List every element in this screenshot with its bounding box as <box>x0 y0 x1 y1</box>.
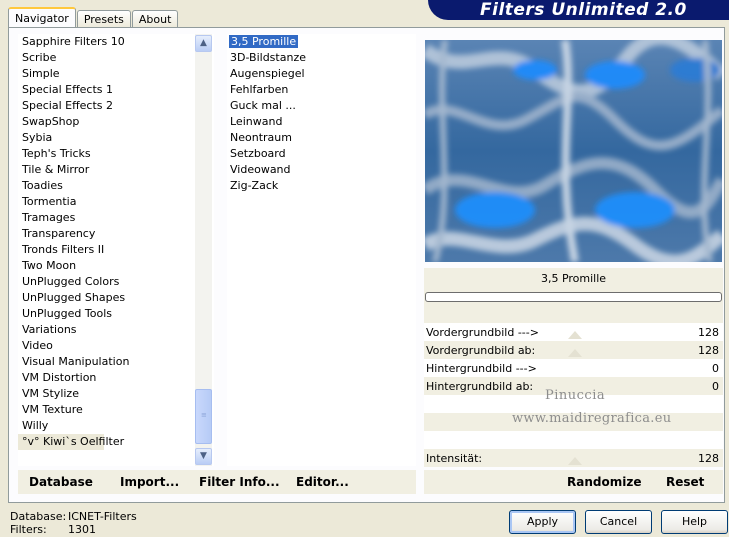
filter-item[interactable]: 3,5 Promille <box>227 34 416 50</box>
database-value: ICNET-Filters <box>68 510 137 523</box>
param-slider-3[interactable]: Hintergrundbild ---> 0 <box>424 359 723 377</box>
filter-item-label: Guck mal ... <box>230 99 296 112</box>
param-value: 128 <box>698 452 719 465</box>
category-item[interactable]: Special Effects 2 <box>18 98 214 114</box>
database-info: Database: ICNET-Filters Filters: 1301 <box>10 510 137 536</box>
filter-item[interactable]: 3D-Bildstanze <box>227 50 416 66</box>
category-item[interactable]: UnPlugged Shapes <box>18 290 214 306</box>
filter-item[interactable]: Fehlfarben <box>227 82 416 98</box>
filter-item-label: Leinwand <box>230 115 283 128</box>
preview-render <box>425 40 722 262</box>
selected-filter-name: 3,5 Promille <box>540 272 607 285</box>
category-item[interactable]: Tronds Filters II <box>18 242 214 258</box>
tab-presets[interactable]: Presets <box>76 10 131 28</box>
left-action-bar: Database Import... Filter Info... Editor… <box>18 470 416 494</box>
filters-count-value: 1301 <box>68 523 96 536</box>
param-slider-2[interactable]: Vordergrundbild ab: 128 <box>424 341 723 359</box>
category-list[interactable]: Sapphire Filters 10 Scribe Simple Special E… <box>18 34 214 466</box>
filters-count-label: Filters: <box>10 523 47 536</box>
category-item[interactable]: Sapphire Filters 10 <box>18 34 214 50</box>
category-item[interactable]: UnPlugged Tools <box>18 306 214 322</box>
filter-list[interactable]: 3,5 Promille 3D-Bildstanze Augenspiegel Feh… <box>227 34 416 466</box>
param-label: Hintergrundbild ---> <box>426 362 537 375</box>
param-label: Vordergrundbild ---> <box>426 326 539 339</box>
category-scrollbar[interactable]: ▲ ≡ ▼ <box>195 34 212 466</box>
help-button[interactable]: Help <box>661 510 728 534</box>
progress-bar <box>425 292 722 302</box>
filter-item-label: Setzboard <box>230 147 286 160</box>
preview-image <box>425 40 722 262</box>
filter-item[interactable]: Guck mal ... <box>227 98 416 114</box>
scroll-down-button[interactable]: ▼ <box>195 448 212 465</box>
slider-knob[interactable] <box>567 457 582 465</box>
category-item[interactable]: Visual Manipulation <box>18 354 214 370</box>
filter-item-label: Videowand <box>230 163 291 176</box>
category-item[interactable]: Toadies <box>18 178 214 194</box>
category-item[interactable]: Special Effects 1 <box>18 82 214 98</box>
editor-button[interactable]: Editor... <box>296 475 349 489</box>
category-item[interactable]: VM Texture <box>18 402 214 418</box>
param-slider-1[interactable]: Vordergrundbild ---> 128 <box>424 323 723 341</box>
app-title-banner: Filters Unlimited 2.0 <box>428 0 729 20</box>
category-item[interactable]: Teph's Tricks <box>18 146 214 162</box>
param-label: Vordergrundbild ab: <box>426 344 536 357</box>
category-item[interactable]: SwapShop <box>18 114 214 130</box>
param-label: Hintergrundbild ab: <box>426 380 534 393</box>
filter-item-label: 3,5 Promille <box>229 35 299 48</box>
filter-item[interactable]: Videowand <box>227 162 416 178</box>
filter-item[interactable]: Neontraum <box>227 130 416 146</box>
scroll-up-button[interactable]: ▲ <box>195 35 212 52</box>
randomize-button[interactable]: Randomize <box>567 475 641 489</box>
tab-navigator[interactable]: Navigator <box>8 7 76 28</box>
database-label: Database: <box>10 510 67 523</box>
scroll-thumb[interactable]: ≡ <box>195 389 212 444</box>
import-button[interactable]: Import... <box>120 475 179 489</box>
database-button[interactable]: Database <box>29 475 93 489</box>
filter-item[interactable]: Setzboard <box>227 146 416 162</box>
category-item[interactable]: Two Moon <box>18 258 214 274</box>
param-value: 0 <box>712 362 719 375</box>
category-item[interactable]: Tramages <box>18 210 214 226</box>
slider-knob[interactable] <box>567 331 582 339</box>
category-item[interactable]: VM Stylize <box>18 386 214 402</box>
grip-icon: ≡ <box>201 411 207 419</box>
tab-strip: Navigator Presets About <box>8 7 179 28</box>
filter-item-label: Augenspiegel <box>230 67 305 80</box>
param-empty-row <box>424 431 723 449</box>
filter-info-button[interactable]: Filter Info... <box>199 475 280 489</box>
param-value: 128 <box>698 344 719 357</box>
tab-about[interactable]: About <box>131 10 179 28</box>
category-item[interactable]: Willy <box>18 418 214 434</box>
param-label: Intensität: <box>426 452 483 465</box>
category-item[interactable]: Variations <box>18 322 214 338</box>
apply-button[interactable]: Apply <box>509 510 576 534</box>
param-value: 0 <box>712 380 719 393</box>
category-item[interactable]: Transparency <box>18 226 214 242</box>
category-item[interactable]: Tile & Mirror <box>18 162 214 178</box>
filter-item[interactable]: Zig-Zack <box>227 178 416 194</box>
filter-item[interactable]: Augenspiegel <box>227 66 416 82</box>
right-action-bar: Randomize Reset <box>424 470 723 494</box>
category-item[interactable]: UnPlugged Colors <box>18 274 214 290</box>
reset-button[interactable]: Reset <box>666 475 704 489</box>
category-item[interactable]: Simple <box>18 66 214 82</box>
watermark-url: www.maidiregrafica.eu <box>512 411 672 426</box>
filter-item-label: Neontraum <box>230 131 292 144</box>
filter-item-label: Zig-Zack <box>230 179 279 192</box>
category-item[interactable]: Tormentia <box>18 194 214 210</box>
parameter-area: 3,5 Promille Vordergrundbild ---> 128 Vo… <box>424 268 723 467</box>
filter-item[interactable]: Leinwand <box>227 114 416 130</box>
category-item[interactable]: VM Distortion <box>18 370 214 386</box>
filter-item-label: Fehlfarben <box>230 83 289 96</box>
filter-item-label: 3D-Bildstanze <box>230 51 306 64</box>
category-item[interactable]: Sybia <box>18 130 214 146</box>
param-value: 128 <box>698 326 719 339</box>
slider-knob[interactable] <box>567 349 582 357</box>
category-item[interactable]: Video <box>18 338 214 354</box>
watermark-name: Pinuccia <box>545 388 606 403</box>
category-item[interactable]: Scribe <box>18 50 214 66</box>
category-item[interactable]: °v° Kiwi`s Oelfilter <box>18 434 124 450</box>
param-slider-5[interactable]: Intensität: 128 <box>424 449 723 467</box>
cancel-button[interactable]: Cancel <box>585 510 652 534</box>
